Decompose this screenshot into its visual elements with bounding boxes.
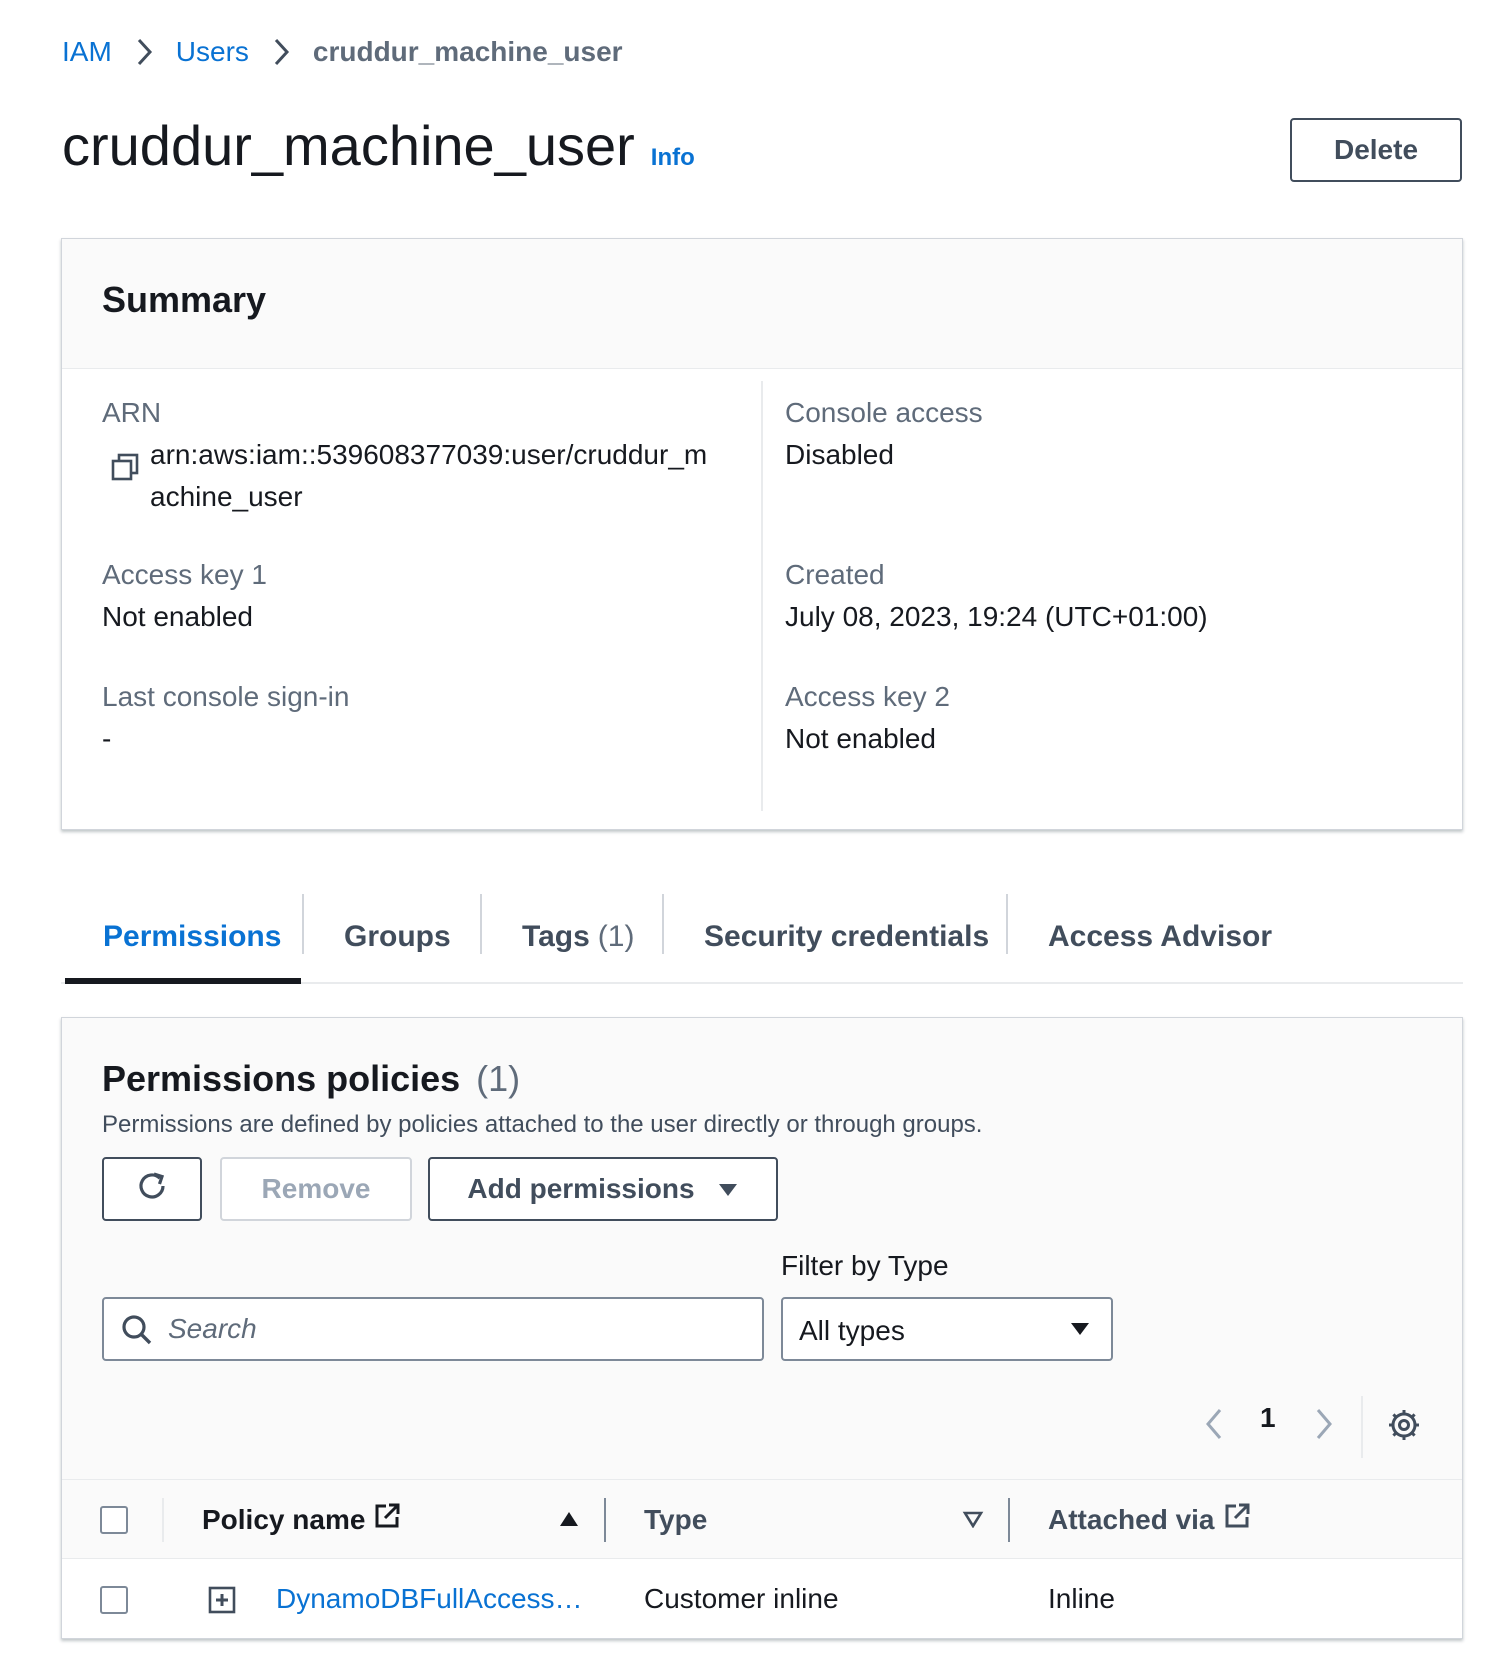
- tab-access-advisor-label: Access Advisor: [1048, 920, 1273, 953]
- created-value: July 08, 2023, 19:24 (UTC+01:00): [785, 601, 1208, 632]
- policy-type: Customer inline: [644, 1583, 839, 1614]
- search-field[interactable]: [102, 1297, 764, 1361]
- search-input[interactable]: [166, 1305, 746, 1353]
- console-access-value: Disabled: [785, 439, 894, 470]
- tab-separator: [662, 894, 664, 954]
- access-key-1-label: Access key 1: [102, 559, 267, 590]
- row-checkbox[interactable]: [100, 1586, 128, 1614]
- gear-icon[interactable]: [1387, 1408, 1421, 1447]
- tab-separator: [1006, 894, 1008, 954]
- table-row: DynamoDBFullAccess… Customer inline Inli…: [62, 1559, 1462, 1638]
- permissions-count: (1): [476, 1058, 521, 1099]
- column-attached-via[interactable]: Attached via: [1048, 1502, 1251, 1537]
- column-type[interactable]: Type: [644, 1504, 707, 1536]
- table-header: Policy name Type Attached via: [62, 1479, 1462, 1559]
- summary-divider: [761, 381, 763, 811]
- next-page-button[interactable]: [1312, 1396, 1336, 1452]
- tab-groups-label: Groups: [344, 920, 451, 953]
- column-separator: [604, 1498, 606, 1542]
- expand-icon[interactable]: [208, 1586, 236, 1619]
- delete-button[interactable]: Delete: [1290, 118, 1462, 182]
- page-title: cruddur_machine_user Info: [62, 108, 695, 196]
- breadcrumb-users-link[interactable]: Users: [176, 36, 249, 68]
- permissions-policies-panel: Permissions policies (1) Permissions are…: [61, 1017, 1463, 1639]
- filter-type-select[interactable]: All types: [781, 1297, 1113, 1361]
- tab-separator: [302, 894, 304, 954]
- summary-title: Summary: [102, 279, 267, 320]
- tab-groups[interactable]: Groups: [344, 890, 451, 984]
- arn-label: ARN: [102, 397, 162, 428]
- external-link-icon: [1223, 1502, 1251, 1537]
- caret-down-icon: [717, 1173, 739, 1205]
- tab-security-credentials-label: Security credentials: [704, 920, 990, 953]
- copy-icon[interactable]: [110, 452, 140, 482]
- previous-page-button[interactable]: [1202, 1396, 1226, 1452]
- column-policy-name[interactable]: Policy name: [202, 1502, 401, 1537]
- filter-by-type-label: Filter by Type: [781, 1250, 949, 1281]
- tab-tags-label: Tags: [522, 920, 590, 953]
- permissions-title: Permissions policies (1): [102, 1058, 520, 1100]
- tab-bar: Permissions Groups Tags (1) Security cre…: [61, 890, 1463, 984]
- last-signin-value: -: [102, 723, 112, 754]
- column-separator: [162, 1498, 164, 1542]
- column-policy-name-label: Policy name: [202, 1503, 366, 1535]
- tab-tags-count: (1): [597, 920, 635, 953]
- policy-attached-via: Inline: [1048, 1583, 1115, 1614]
- add-permissions-button[interactable]: Add permissions: [428, 1157, 778, 1221]
- external-link-icon: [373, 1502, 401, 1537]
- remove-button[interactable]: Remove: [220, 1157, 412, 1221]
- add-permissions-label: Add permissions: [467, 1173, 695, 1204]
- access-key-2-label: Access key 2: [785, 681, 950, 712]
- page-title-text: cruddur_machine_user: [62, 114, 635, 177]
- page-number[interactable]: 1: [1260, 1402, 1276, 1434]
- last-signin-label: Last console sign-in: [102, 681, 350, 712]
- policy-name-link[interactable]: DynamoDBFullAccess…: [276, 1583, 583, 1615]
- search-icon: [120, 1313, 154, 1347]
- arn-value-line1: arn:aws:iam::539608377039:user/cruddur_m: [150, 439, 708, 470]
- tab-separator: [480, 894, 482, 954]
- permissions-title-text: Permissions policies: [102, 1058, 461, 1099]
- console-access-label: Console access: [785, 397, 983, 428]
- created-label: Created: [785, 559, 885, 590]
- filter-type-value: All types: [799, 1315, 905, 1346]
- breadcrumb-current: cruddur_machine_user: [312, 36, 623, 67]
- tab-permissions-label: Permissions: [103, 920, 282, 953]
- info-link[interactable]: Info: [651, 120, 695, 196]
- breadcrumb-iam-link[interactable]: IAM: [62, 36, 112, 68]
- column-type-label: Type: [644, 1504, 708, 1535]
- column-attached-via-label: Attached via: [1048, 1503, 1215, 1535]
- pager-separator: [1361, 1396, 1363, 1458]
- refresh-icon: [134, 1168, 170, 1211]
- chevron-right-icon: [112, 37, 176, 67]
- sort-ascending-icon[interactable]: [558, 1510, 580, 1533]
- tab-active-indicator: [65, 978, 301, 984]
- summary-panel: Summary ARN arn:aws:iam::539608377039:us…: [61, 238, 1463, 830]
- tab-security-credentials[interactable]: Security credentials: [704, 890, 989, 984]
- caret-down-icon: [1069, 1321, 1091, 1342]
- access-key-1-value: Not enabled: [102, 601, 254, 632]
- tab-permissions[interactable]: Permissions: [103, 890, 281, 984]
- chevron-right-icon: [249, 37, 313, 67]
- tab-access-advisor[interactable]: Access Advisor: [1048, 890, 1272, 984]
- sort-descending-icon[interactable]: [962, 1510, 984, 1533]
- column-separator: [1008, 1498, 1010, 1542]
- select-all-checkbox[interactable]: [100, 1506, 128, 1534]
- permissions-description: Permissions are defined by policies atta…: [102, 1111, 983, 1138]
- summary-header: Summary: [62, 239, 1462, 369]
- arn-value-line2: achine_user: [150, 481, 303, 512]
- breadcrumb: IAM Users cruddur_machine_user: [62, 30, 623, 74]
- refresh-button[interactable]: [102, 1157, 202, 1221]
- access-key-2-value: Not enabled: [785, 723, 937, 754]
- tab-tags[interactable]: Tags (1): [522, 890, 634, 984]
